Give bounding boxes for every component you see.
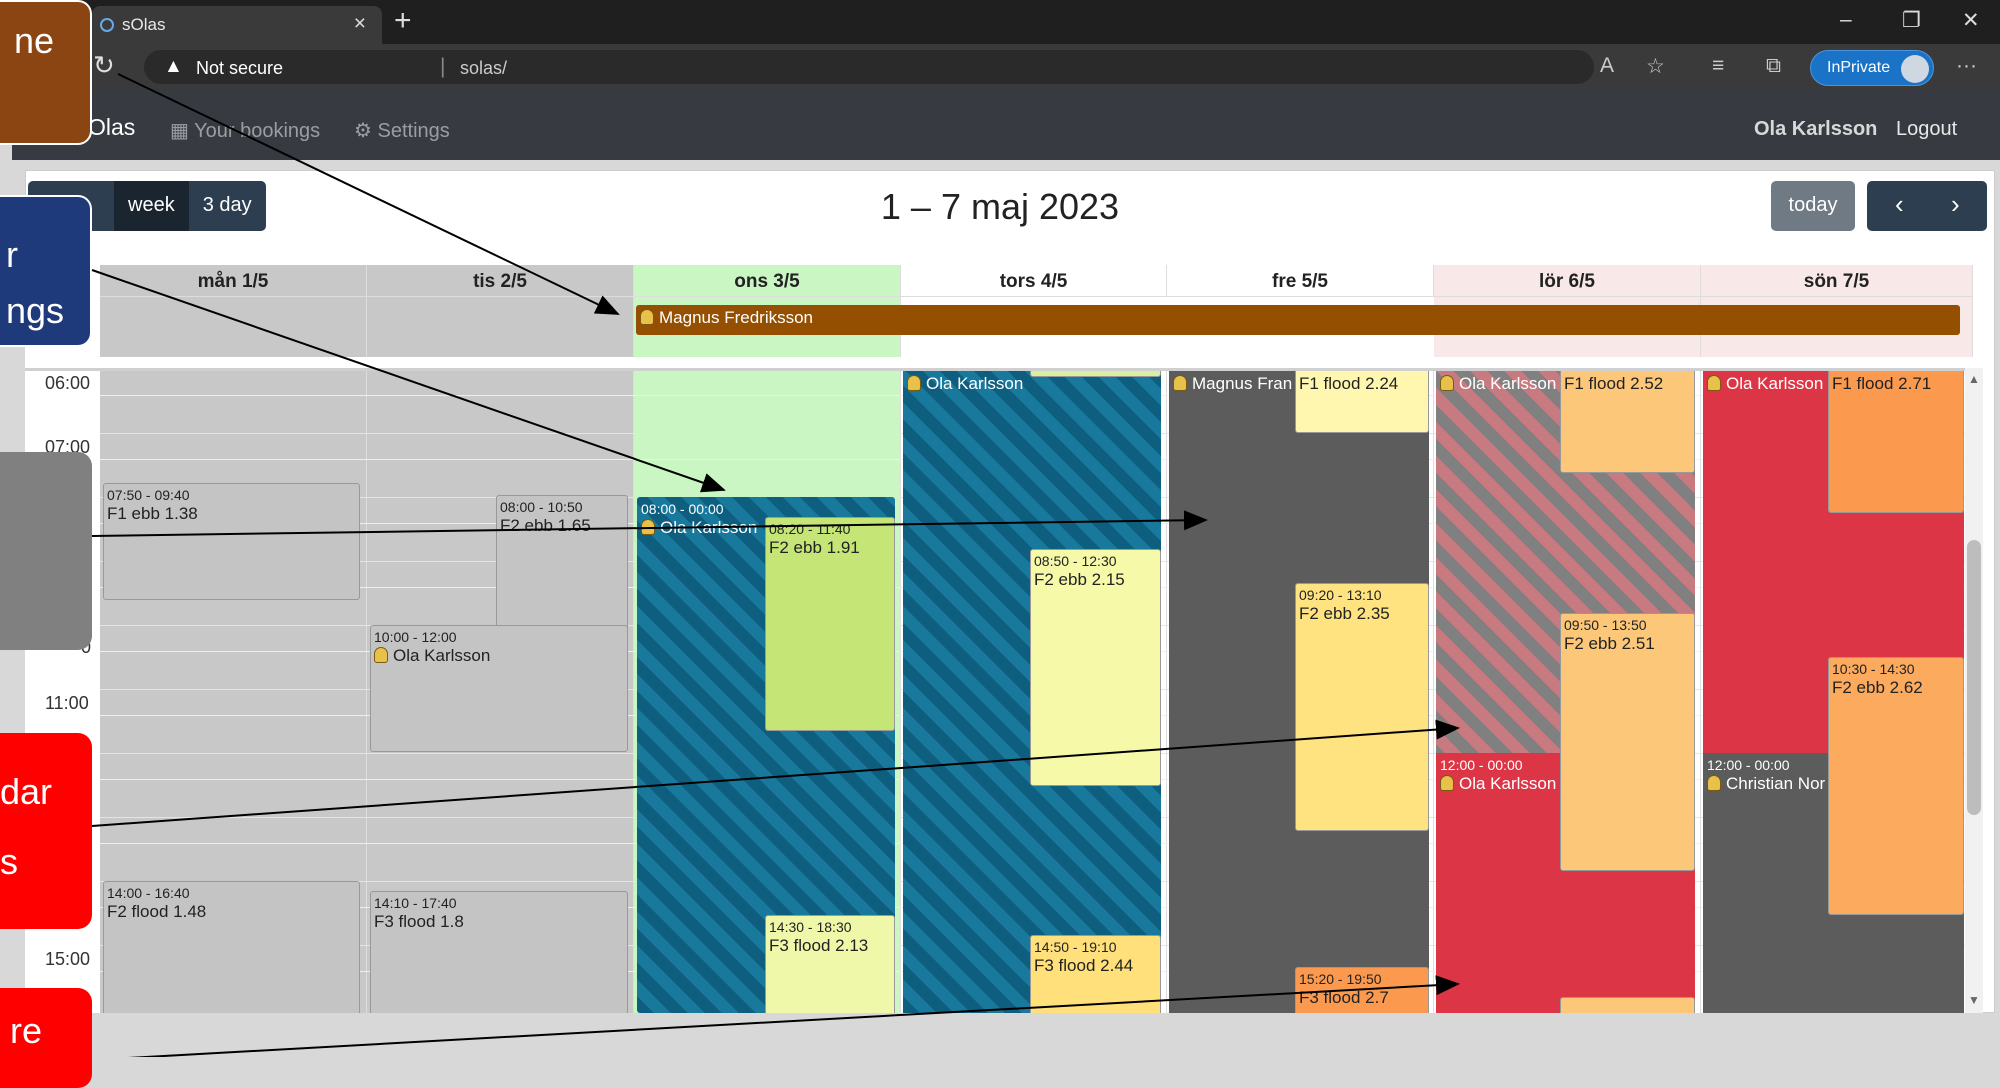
annotation-arrow (91, 719, 1460, 827)
annotation-arrow (117, 73, 620, 315)
annotation-arrow (127, 975, 1460, 1057)
annotation-arrow (91, 269, 726, 493)
annotation-arrows (91, 73, 1460, 1057)
annotation-arrow (91, 510, 1208, 537)
